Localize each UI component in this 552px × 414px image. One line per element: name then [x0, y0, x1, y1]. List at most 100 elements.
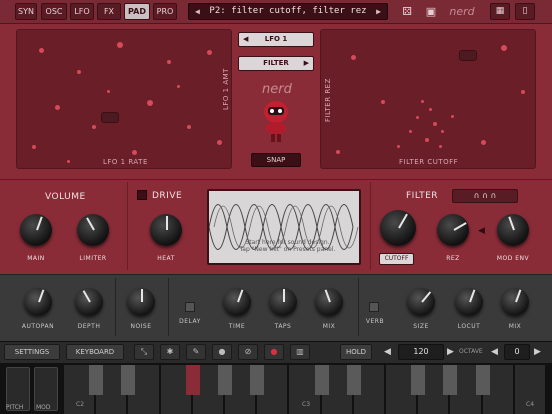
octave-c4-label: C4 [526, 401, 535, 408]
mod-env-label: MOD ENV [496, 255, 530, 262]
snap-button[interactable]: SNAP [251, 153, 301, 167]
pad-right-assign-label: FILTER [263, 59, 289, 67]
divider [370, 182, 371, 270]
preset-next-icon[interactable]: ▶ [376, 4, 381, 19]
xy-pad-left[interactable]: LFO 1 RATE [16, 29, 232, 169]
tempo-field[interactable]: 120 [398, 344, 444, 360]
filter-type-selector[interactable]: ∩ ∩ ∩ [452, 189, 518, 203]
pad-left-x-label: LFO 1 RATE [103, 158, 148, 166]
black-key[interactable] [346, 365, 361, 395]
main-label: MAIN [27, 255, 45, 262]
drive-checkbox[interactable] [137, 190, 147, 200]
size-knob[interactable] [407, 288, 435, 316]
octave-down-icon[interactable]: ◀ [491, 344, 498, 360]
noise-label: NOISE [130, 323, 152, 330]
dice-icon[interactable]: ⚄ [398, 4, 416, 19]
settings-button[interactable]: SETTINGS [4, 344, 60, 360]
heat-label: HEAT [157, 255, 175, 262]
time-label: TIME [228, 323, 246, 330]
record-dot-icon[interactable]: ● [212, 344, 232, 360]
delay-checkbox[interactable] [185, 302, 195, 312]
pad-left-puck[interactable] [101, 112, 119, 123]
tab-osc[interactable]: OSC [41, 3, 67, 20]
taps-knob[interactable] [269, 288, 297, 316]
octave-up-icon[interactable]: ▶ [534, 344, 541, 360]
pencil-icon[interactable]: ✎ [186, 344, 206, 360]
chevron-left-icon: ◀ [243, 35, 249, 43]
volume-label: VOLUME [45, 192, 86, 202]
black-key[interactable] [314, 365, 329, 395]
panic-icon[interactable]: ⊘ [238, 344, 258, 360]
tempo-down-icon[interactable]: ◀ [384, 344, 391, 360]
divider [127, 182, 128, 270]
verb-checkbox[interactable] [369, 302, 379, 312]
mod-env-knob[interactable] [497, 214, 529, 246]
pad-left-assign[interactable]: ◀ LFO 1 [238, 32, 314, 47]
noise-knob[interactable] [127, 288, 155, 316]
black-key[interactable] [121, 365, 136, 395]
black-key[interactable] [218, 365, 232, 395]
autopan-label: AUTOPAN [21, 323, 55, 330]
preset-selector[interactable]: ◀ P2: filter cutoff, filter rez ▶ [188, 3, 388, 20]
brand-logo: nerd [449, 5, 475, 18]
divider [358, 278, 359, 336]
piano-icon[interactable]: ▥ [290, 344, 310, 360]
cutoff-button[interactable]: CUTOFF [379, 253, 414, 265]
nerd-logo: nerd [262, 82, 292, 97]
pad-right-assign[interactable]: FILTER ▶ [238, 56, 314, 71]
filter-label: FILTER [406, 191, 439, 201]
octave-c2-label: C2 [76, 401, 85, 408]
black-key[interactable] [185, 365, 200, 395]
black-key[interactable] [411, 365, 426, 395]
locut-label: LOCUT [457, 323, 481, 330]
grid-icon[interactable]: ▦ [490, 3, 510, 20]
rez-knob[interactable] [437, 214, 469, 246]
tab-pad[interactable]: PAD [124, 3, 150, 20]
arrow-left-icon: ◀ [478, 226, 485, 236]
arpeggiator-icon[interactable]: ⤡ [134, 344, 154, 360]
octave-label: OCTAVE [459, 348, 483, 355]
verb-mix-label: MIX [508, 323, 522, 330]
delay-label: DELAY [179, 318, 201, 325]
black-key[interactable] [443, 365, 458, 395]
locut-knob[interactable] [455, 288, 483, 316]
cutoff-knob[interactable] [380, 210, 416, 246]
chevron-right-icon: ▶ [303, 59, 309, 67]
heat-knob[interactable] [150, 214, 182, 246]
main-volume-knob[interactable] [20, 214, 52, 246]
octave-field[interactable]: 0 [504, 344, 530, 360]
pad-right-puck[interactable] [459, 50, 477, 61]
bluetooth-icon[interactable]: ✱ [160, 344, 180, 360]
tab-pro[interactable]: PRO [153, 3, 177, 20]
mod-label: MOD [36, 404, 51, 411]
autopan-knob[interactable] [24, 288, 52, 316]
limiter-knob[interactable] [77, 214, 109, 246]
black-key[interactable] [475, 365, 490, 395]
tab-lfo[interactable]: LFO [70, 3, 94, 20]
keyboard-button[interactable]: KEYBOARD [66, 344, 124, 360]
preset-prev-icon[interactable]: ◀ [195, 4, 200, 19]
mascot-icon [264, 101, 288, 142]
verb-mix-knob[interactable] [501, 288, 529, 316]
verb-label: VERB [365, 318, 385, 325]
scope-message: Start here for sound design. Tap "New In… [215, 239, 359, 253]
limiter-label: LIMITER [79, 255, 107, 262]
save-icon[interactable]: ▣ [422, 4, 440, 19]
tab-syn[interactable]: SYN [15, 3, 37, 20]
xy-pad-right[interactable]: FILTER CUTOFF [320, 29, 536, 169]
divider [115, 278, 116, 336]
hold-button[interactable]: HOLD [340, 344, 372, 360]
panel-icon[interactable]: ▯ [515, 3, 535, 20]
preset-name: P2: filter cutoff, filter rez [209, 6, 367, 16]
tab-fx[interactable]: FX [97, 3, 121, 20]
black-key[interactable] [89, 365, 104, 395]
record-icon[interactable]: ● [264, 344, 284, 360]
depth-label: DEPTH [77, 323, 101, 330]
black-key[interactable] [250, 365, 265, 395]
time-knob[interactable] [223, 288, 251, 316]
delay-mix-knob[interactable] [315, 288, 343, 316]
tempo-up-icon[interactable]: ▶ [447, 344, 454, 360]
divider [168, 278, 169, 336]
depth-knob[interactable] [75, 288, 103, 316]
pitch-label: PITCH [6, 404, 24, 411]
